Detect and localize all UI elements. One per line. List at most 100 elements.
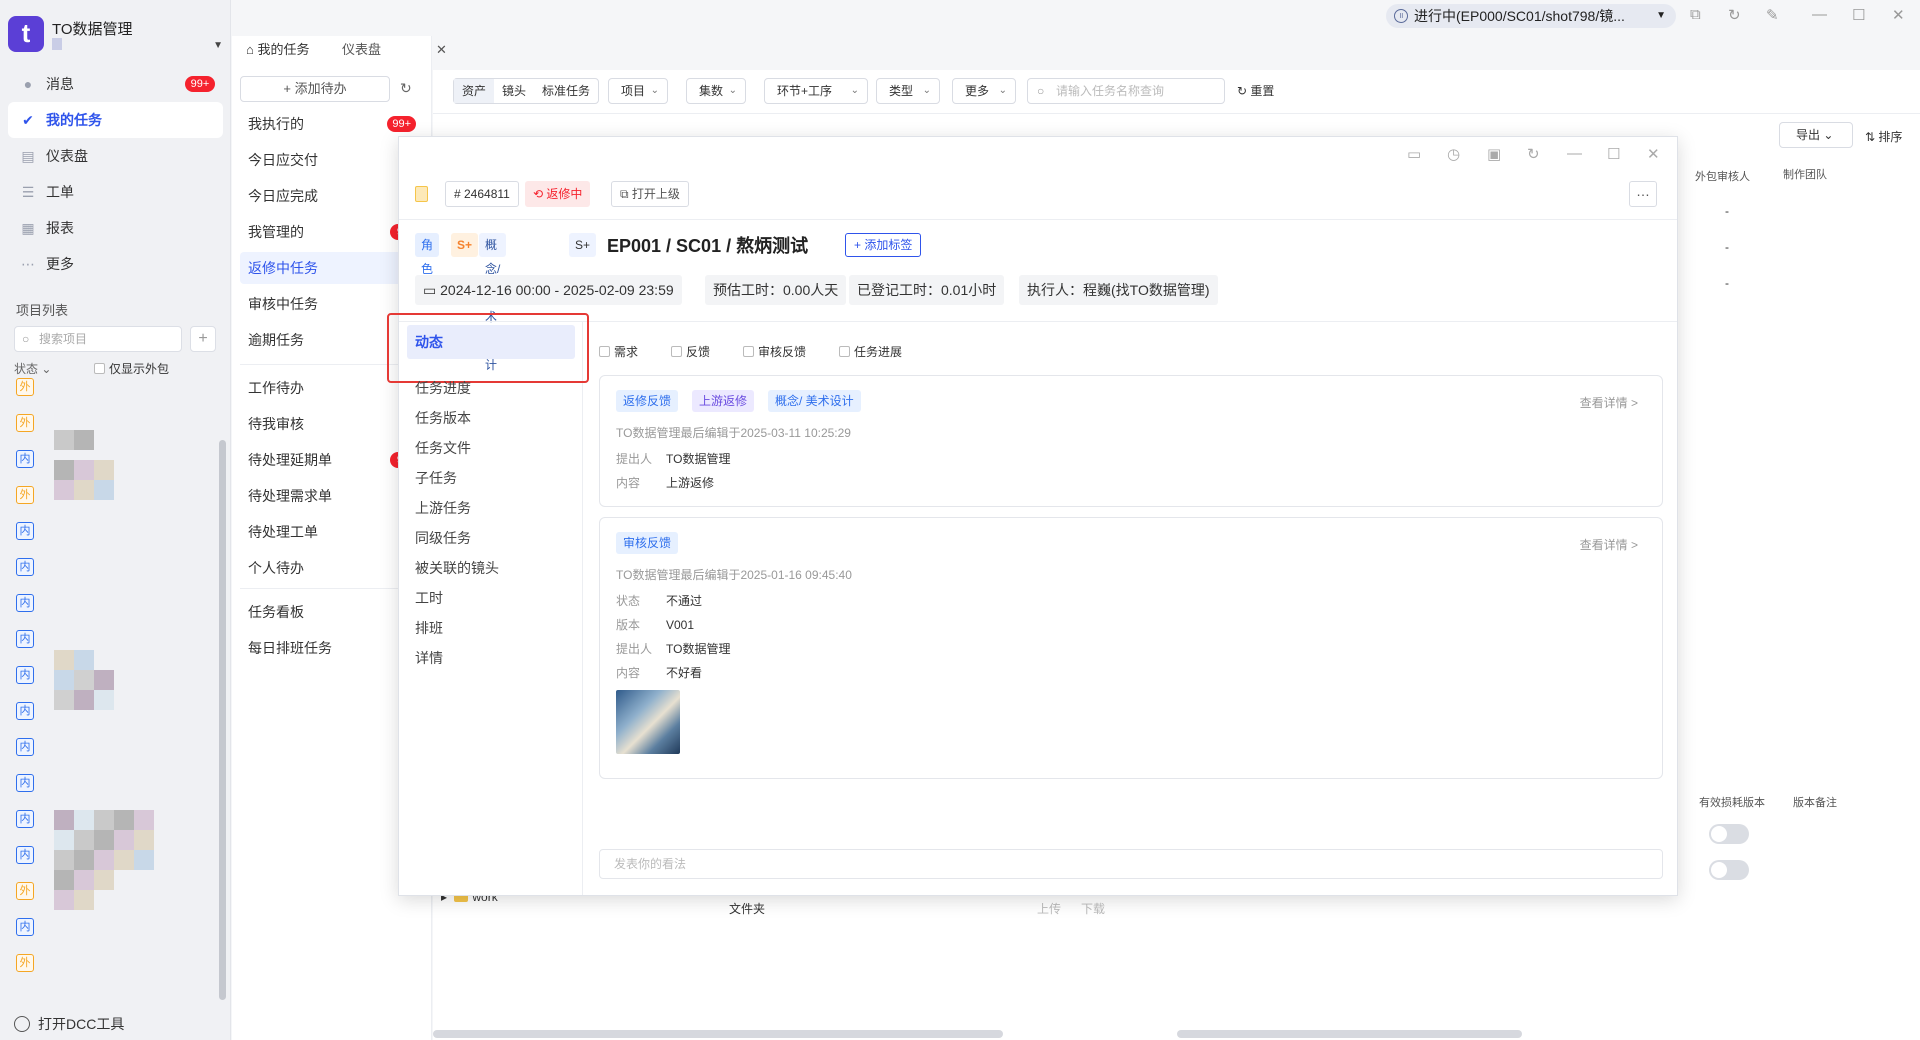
filter-feedback[interactable]: 反馈: [671, 343, 710, 360]
reset-button[interactable]: ↻ 重置: [1237, 82, 1274, 99]
detail-menu-item[interactable]: 动态: [407, 325, 575, 359]
column-header-version-note[interactable]: 版本备注: [1793, 794, 1837, 810]
project-type-tag[interactable]: 内: [16, 774, 34, 792]
attachment-thumbnail[interactable]: [616, 690, 680, 754]
segment-shot[interactable]: 镜头: [494, 79, 534, 103]
project-dropdown[interactable]: 项目 ⌄: [608, 78, 668, 104]
more-actions-button[interactable]: …: [1629, 181, 1657, 207]
detail-menu-item[interactable]: 工时: [407, 581, 575, 615]
tab-dashboard[interactable]: 仪表盘: [342, 36, 381, 64]
nav-item-messages[interactable]: ● 消息 99+: [8, 66, 223, 102]
column-header-outsource-reviewer[interactable]: 外包审核人: [1695, 168, 1750, 184]
project-type-tag[interactable]: 内: [16, 522, 34, 540]
project-type-tag[interactable]: 内: [16, 738, 34, 756]
detail-menu-item[interactable]: 被关联的镜头: [407, 551, 575, 585]
detail-menu-item[interactable]: 任务版本: [407, 401, 575, 435]
task-filter-item[interactable]: 我执行的 99+: [240, 108, 416, 140]
upload-link[interactable]: 上传: [1037, 900, 1061, 917]
task-filter-item[interactable]: 返修中任务: [240, 252, 416, 284]
download-link[interactable]: 下载: [1081, 900, 1105, 917]
task-filter-item[interactable]: 每日排班任务: [240, 632, 416, 664]
view-detail-link[interactable]: 查看详情 >: [1580, 536, 1638, 553]
detail-menu-item[interactable]: 同级任务: [407, 521, 575, 555]
minimize-icon[interactable]: —: [1812, 6, 1827, 23]
close-icon[interactable]: ✕: [1647, 145, 1660, 163]
close-tab-icon[interactable]: ✕: [436, 36, 447, 64]
open-dcc-tool-button[interactable]: 打开DCC工具: [14, 1014, 124, 1034]
close-icon[interactable]: ✕: [1892, 6, 1905, 24]
comment-input[interactable]: 发表你的看法: [599, 849, 1663, 879]
workspace-switcher[interactable]: t TO数据管理 ▼: [8, 16, 223, 56]
add-tag-button[interactable]: + 添加标签: [845, 233, 922, 257]
project-type-tag[interactable]: 内: [16, 810, 34, 828]
segment-standard-task[interactable]: 标准任务: [534, 79, 598, 103]
refresh-icon[interactable]: ↻: [1527, 145, 1540, 163]
detail-menu-item[interactable]: 任务进度: [407, 371, 575, 405]
nav-item-tickets[interactable]: ☰ 工单: [8, 174, 223, 210]
task-filter-item[interactable]: 个人待办: [240, 552, 416, 584]
task-filter-item[interactable]: 今日应完成: [240, 180, 416, 212]
task-id-badge[interactable]: # 2464811: [445, 181, 519, 207]
task-filter-item[interactable]: 待处理需求单: [240, 480, 416, 512]
refresh-icon[interactable]: ↻: [400, 80, 412, 97]
refresh-icon[interactable]: ↻: [1728, 6, 1741, 24]
history-icon[interactable]: ◷: [1447, 145, 1460, 163]
running-task-status[interactable]: ॥ 进行中(EP000/SC01/shot798/镜... ▼: [1386, 4, 1676, 28]
minimize-icon[interactable]: —: [1567, 145, 1582, 162]
project-type-tag[interactable]: 内: [16, 918, 34, 936]
project-type-tag[interactable]: 外: [16, 414, 34, 432]
checkbox-box[interactable]: [743, 346, 754, 357]
project-type-tag[interactable]: 内: [16, 846, 34, 864]
project-type-tag[interactable]: 内: [16, 630, 34, 648]
task-filter-item[interactable]: 任务看板: [240, 596, 416, 628]
valid-version-toggle[interactable]: [1709, 824, 1749, 844]
task-filter-item[interactable]: 今日应交付: [240, 144, 416, 176]
filter-task-progress[interactable]: 任务进展: [839, 343, 902, 360]
project-search-input[interactable]: ○ 搜索项目: [14, 326, 182, 352]
pushpin-icon[interactable]: ✎: [1766, 6, 1779, 24]
add-project-button[interactable]: +: [190, 326, 216, 352]
column-header-valid-version[interactable]: 有效损耗版本: [1699, 794, 1765, 810]
project-type-tag[interactable]: 内: [16, 450, 34, 468]
checkbox-box[interactable]: [94, 363, 105, 374]
detail-menu-item[interactable]: 详情: [407, 641, 575, 675]
project-type-tag[interactable]: 内: [16, 702, 34, 720]
detail-menu-item[interactable]: 上游任务: [407, 491, 575, 525]
column-header-team[interactable]: 制作团队: [1783, 166, 1827, 182]
task-filter-item[interactable]: 待处理延期单99: [240, 444, 416, 476]
only-external-checkbox[interactable]: 仅显示外包: [94, 360, 169, 377]
clipboard-icon[interactable]: ▣: [1487, 145, 1501, 163]
task-filter-item[interactable]: 待我审核: [240, 408, 416, 440]
task-filter-item[interactable]: 待处理工单: [240, 516, 416, 548]
segment-asset[interactable]: 资产: [454, 79, 495, 103]
open-parent-button[interactable]: ⧉ 打开上级: [611, 181, 689, 207]
detail-menu-item[interactable]: 排班: [407, 611, 575, 645]
checkbox-box[interactable]: [671, 346, 682, 357]
project-list-scrollbar[interactable]: [219, 440, 226, 1000]
checkbox-box[interactable]: [599, 346, 610, 357]
add-todo-button[interactable]: + 添加待办: [240, 76, 390, 102]
caret-down-icon[interactable]: ▼: [1656, 4, 1666, 28]
horizontal-scrollbar[interactable]: [1177, 1030, 1522, 1038]
export-dropdown[interactable]: 导出 ⌄: [1779, 122, 1853, 148]
type-dropdown[interactable]: 类型 ⌄: [876, 78, 940, 104]
project-type-tag[interactable]: 外: [16, 882, 34, 900]
tab-my-tasks[interactable]: ⌂ 我的任务: [246, 36, 309, 64]
episode-dropdown[interactable]: 集数 ⌄: [686, 78, 746, 104]
checkbox-box[interactable]: [839, 346, 850, 357]
more-filters-dropdown[interactable]: 更多 ⌄: [952, 78, 1016, 104]
caret-down-icon[interactable]: ▼: [213, 40, 223, 51]
status-filter-dropdown[interactable]: 状态 ⌄: [14, 360, 51, 377]
comment-icon[interactable]: ▭: [1407, 145, 1421, 163]
project-type-tag[interactable]: 内: [16, 558, 34, 576]
stage-process-dropdown[interactable]: 环节+工序 ⌄: [764, 78, 868, 104]
maximize-icon[interactable]: ☐: [1607, 145, 1620, 163]
nav-item-more[interactable]: ⋯ 更多: [8, 246, 223, 282]
view-detail-link[interactable]: 查看详情 >: [1580, 394, 1638, 411]
pin-icon[interactable]: ⧉: [1690, 6, 1701, 23]
task-search-input[interactable]: ○ 请输入任务名称查询: [1027, 78, 1225, 104]
maximize-icon[interactable]: ☐: [1852, 6, 1865, 24]
detail-menu-item[interactable]: 子任务: [407, 461, 575, 495]
project-type-tag[interactable]: 外: [16, 486, 34, 504]
nav-item-dashboard[interactable]: ▤ 仪表盘: [8, 138, 223, 174]
